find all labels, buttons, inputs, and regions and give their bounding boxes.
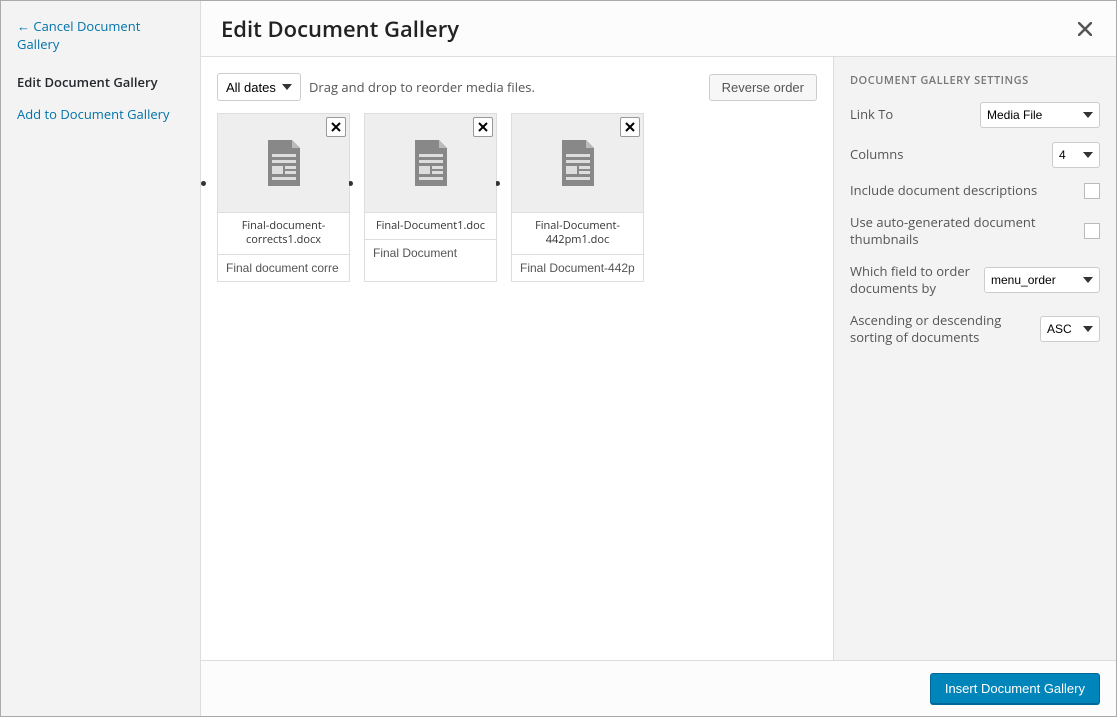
reverse-order-button[interactable]: Reverse order (709, 74, 817, 101)
attachments-browser: All dates Drag and drop to reorder media… (201, 57, 833, 660)
attachment-item[interactable]: Final-document-corrects1.docx (217, 113, 350, 282)
cancel-gallery-link[interactable]: ← Cancel Document Gallery (17, 17, 184, 53)
close-button[interactable] (1074, 11, 1096, 46)
setting-label: Which field to order documents by (850, 263, 976, 298)
attachment-item[interactable]: Final-Document-442pm1.doc (511, 113, 644, 282)
attachment-caption-input[interactable] (512, 254, 643, 281)
insert-gallery-button[interactable]: Insert Document Gallery (930, 673, 1100, 704)
document-icon (411, 138, 451, 188)
attachment-filename: Final-Document-442pm1.doc (512, 212, 643, 254)
document-icon (558, 138, 598, 188)
media-toolbar: All dates Drag and drop to reorder media… (217, 73, 817, 101)
columns-select[interactable]: 4 (1052, 142, 1100, 168)
remove-attachment-button[interactable] (620, 117, 640, 137)
attachment-filename: Final-Document1.doc (365, 212, 496, 239)
attachment-caption-input[interactable] (365, 239, 496, 266)
settings-heading: DOCUMENT GALLERY SETTINGS (850, 73, 1100, 88)
modal-title: Edit Document Gallery (221, 14, 1074, 44)
setting-label: Columns (850, 146, 1044, 164)
setting-label: Use auto-generated document thumbnails (850, 214, 1076, 249)
modal-body: ← Cancel Document Gallery Edit Document … (1, 1, 1116, 716)
setting-orderby: Which field to order documents by menu_o… (850, 263, 1100, 298)
add-to-gallery-link[interactable]: Add to Document Gallery (17, 105, 184, 123)
close-icon (625, 122, 635, 132)
order-select[interactable]: ASC (1040, 316, 1100, 342)
attachment-preview[interactable] (218, 114, 349, 212)
close-icon (1078, 22, 1092, 36)
setting-label: Link To (850, 106, 972, 124)
frame-menu: ← Cancel Document Gallery Edit Document … (1, 1, 201, 716)
media-modal: Edit Document Gallery ← Cancel Document … (0, 0, 1117, 717)
attachment-filename: Final-document-corrects1.docx (218, 212, 349, 254)
modal-header: Edit Document Gallery (201, 1, 1116, 57)
thumbnails-checkbox[interactable] (1084, 223, 1100, 239)
close-icon (331, 122, 341, 132)
attachments-list[interactable]: Final-document-corrects1.docx Final-Docu… (217, 113, 817, 282)
link-to-select[interactable]: Media File (980, 102, 1100, 128)
remove-attachment-button[interactable] (326, 117, 346, 137)
attachment-caption-input[interactable] (218, 254, 349, 281)
orderby-select[interactable]: menu_order (984, 267, 1100, 293)
setting-descriptions: Include document descriptions (850, 182, 1100, 200)
setting-label: Include document descriptions (850, 182, 1076, 200)
attachment-preview[interactable] (512, 114, 643, 212)
frame-content: All dates Drag and drop to reorder media… (201, 1, 1116, 716)
setting-label: Ascending or descending sorting of docum… (850, 312, 1032, 347)
drag-instructions: Drag and drop to reorder media files. (309, 78, 535, 96)
descriptions-checkbox[interactable] (1084, 183, 1100, 199)
gallery-settings-panel: DOCUMENT GALLERY SETTINGS Link To Media … (833, 57, 1116, 660)
setting-thumbnails: Use auto-generated document thumbnails (850, 214, 1100, 249)
attachment-preview[interactable] (365, 114, 496, 212)
attachment-item[interactable]: Final-Document1.doc (364, 113, 497, 282)
modal-footer: Insert Document Gallery (201, 660, 1116, 716)
document-icon (264, 138, 304, 188)
content-row: All dates Drag and drop to reorder media… (201, 57, 1116, 660)
current-view-label: Edit Document Gallery (17, 73, 184, 91)
setting-columns: Columns 4 (850, 142, 1100, 168)
date-filter-select[interactable]: All dates (217, 73, 301, 101)
setting-link-to: Link To Media File (850, 102, 1100, 128)
close-icon (478, 122, 488, 132)
remove-attachment-button[interactable] (473, 117, 493, 137)
setting-order: Ascending or descending sorting of docum… (850, 312, 1100, 347)
